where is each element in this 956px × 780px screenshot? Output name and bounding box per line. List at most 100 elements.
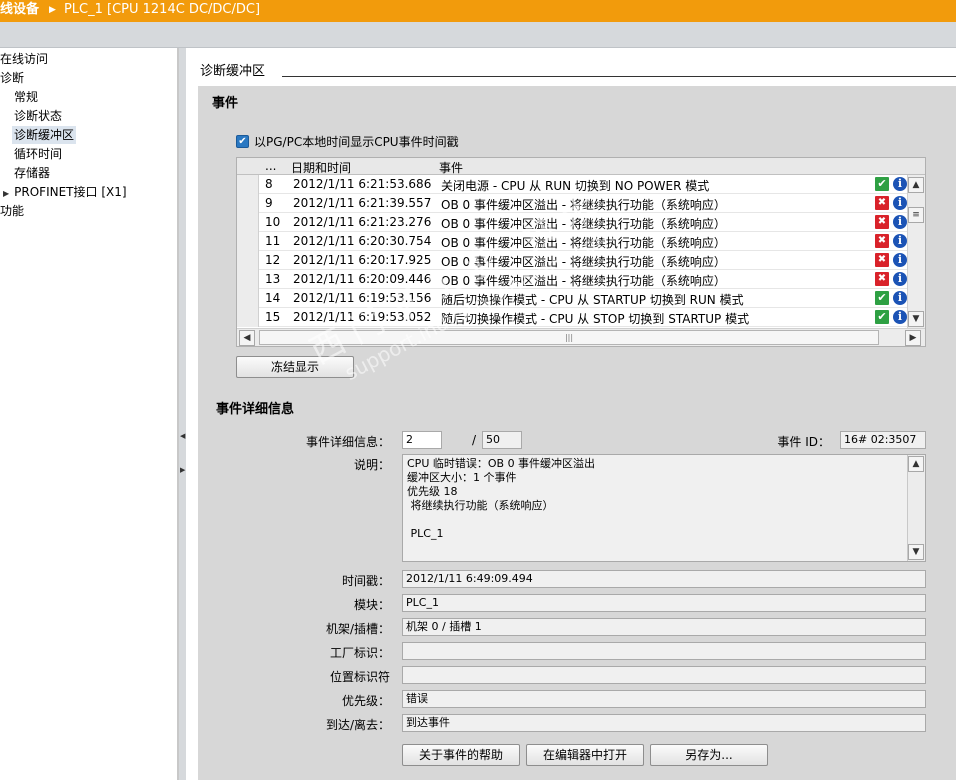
nav-item-general[interactable]: 常规 (14, 88, 177, 106)
info-icon[interactable]: i (893, 177, 907, 191)
description-line: 缓冲区大小：1 个事件 (407, 471, 517, 484)
scroll-down-icon[interactable]: ▼ (908, 544, 924, 560)
error-icon: ✖ (875, 196, 889, 210)
row-number: 13 (265, 272, 281, 286)
location-id-label: 位置标识符 (329, 670, 390, 684)
nav-item-label: 存储器 (14, 166, 51, 180)
nav-item-diagnostic-status[interactable]: 诊断状态 (14, 107, 177, 125)
description-textarea[interactable]: CPU 临时错误：OB 0 事件缓冲区溢出 缓冲区大小：1 个事件 优先级 18… (402, 454, 926, 562)
collapse-left-icon[interactable]: ◀ (180, 432, 185, 440)
info-icon[interactable]: i (893, 310, 907, 324)
scroll-up-icon[interactable]: ▲ (908, 177, 924, 193)
row-event: OB 0 事件缓冲区溢出 - 将继续执行功能（系统响应） (441, 274, 726, 288)
plant-designation-field (402, 642, 926, 660)
description-line: 将继续执行功能（系统响应） (407, 499, 554, 512)
nav-item-online-access[interactable]: 在线访问 (0, 50, 177, 68)
row-number: 14 (265, 291, 281, 305)
row-header[interactable] (237, 270, 259, 289)
row-header[interactable] (237, 194, 259, 213)
table-row[interactable]: 15 2012/1/11 6:19:53.052 随后切换操作模式 - CPU … (237, 308, 907, 327)
row-datetime: 2012/1/11 6:21:23.276 (293, 215, 432, 229)
row-event: OB 0 事件缓冲区溢出 - 将继续执行功能（系统响应） (441, 255, 726, 269)
detail-index-separator: / (471, 433, 476, 447)
expand-arrow-icon[interactable]: ▶ (3, 189, 9, 198)
save-as-button[interactable]: 另存为... (650, 744, 768, 766)
info-icon[interactable]: i (893, 215, 907, 229)
open-in-editor-button[interactable]: 在编辑器中打开 (526, 744, 644, 766)
column-header-number[interactable]: ... (265, 159, 276, 173)
table-row[interactable]: 13 2012/1/11 6:20:09.446 OB 0 事件缓冲区溢出 - … (237, 270, 907, 289)
table-row[interactable]: 12 2012/1/11 6:20:17.925 OB 0 事件缓冲区溢出 - … (237, 251, 907, 270)
scroll-left-icon[interactable]: ◀ (239, 330, 255, 346)
ok-icon: ✔ (875, 310, 889, 324)
info-icon[interactable]: i (893, 253, 907, 267)
row-event: 随后切换操作模式 - CPU 从 STARTUP 切换到 RUN 模式 (441, 293, 744, 307)
row-datetime: 2012/1/11 6:20:17.925 (293, 253, 432, 267)
nav-item-functions[interactable]: 功能 (0, 202, 177, 220)
nav-item-diagnostic-buffer[interactable]: 诊断缓冲区 (12, 126, 76, 144)
nav-item-profinet-interface[interactable]: ▶ PROFINET接口 [X1] (3, 183, 177, 201)
local-time-checkbox-label[interactable]: 以PG/PC本地时间显示CPU事件时间戳 (254, 133, 459, 150)
toolbar (0, 22, 956, 48)
nav-item-label: 诊断缓冲区 (14, 128, 75, 142)
row-datetime: 2012/1/11 6:21:53.686 (293, 177, 432, 191)
rack-slot-field: 机架 0 / 插槽 1 (402, 618, 926, 636)
timestamp-field: 2012/1/11 6:49:09.494 (402, 570, 926, 588)
column-header-event[interactable]: 事件 (439, 159, 463, 176)
table-row[interactable]: 14 2012/1/11 6:19:53.156 随后切换操作模式 - CPU … (237, 289, 907, 308)
info-icon[interactable]: i (893, 291, 907, 305)
horizontal-scroll-thumb[interactable]: ||| (259, 330, 879, 345)
row-datetime: 2012/1/11 6:20:09.446 (293, 272, 432, 286)
priority-field: 错误 (402, 690, 926, 708)
info-icon[interactable]: i (893, 196, 907, 210)
error-icon: ✖ (875, 234, 889, 248)
row-header[interactable] (237, 251, 259, 270)
table-row[interactable]: 11 2012/1/11 6:20:30.754 OB 0 事件缓冲区溢出 - … (237, 232, 907, 251)
module-label: 模块： (353, 598, 390, 612)
table-vertical-scrollbar[interactable]: ▲ ≡ ▼ (907, 175, 925, 329)
scroll-down-icon[interactable]: ▼ (908, 311, 924, 327)
nav-item-label: 诊断状态 (14, 109, 63, 123)
row-header[interactable] (237, 289, 259, 308)
table-horizontal-scrollbar[interactable]: ◀ ||| ▶ (237, 328, 925, 346)
error-icon: ✖ (875, 253, 889, 267)
help-on-event-button[interactable]: 关于事件的帮助 (402, 744, 520, 766)
coming-going-field: 到达事件 (402, 714, 926, 732)
table-row[interactable]: 9 2012/1/11 6:21:39.557 OB 0 事件缓冲区溢出 - 将… (237, 194, 907, 213)
panel-splitter[interactable]: ◀ ▶ (178, 48, 186, 780)
row-header[interactable] (237, 308, 259, 327)
row-header[interactable] (237, 175, 259, 194)
nav-item-diagnostics[interactable]: 诊断 (0, 69, 177, 87)
info-icon[interactable]: i (893, 272, 907, 286)
ok-icon: ✔ (875, 291, 889, 305)
event-id-field: 16# 02:3507 (840, 431, 926, 449)
row-number: 15 (265, 310, 281, 324)
freeze-display-button[interactable]: 冻结显示 (236, 356, 354, 378)
events-heading: 事件 (212, 96, 239, 111)
row-header[interactable] (237, 232, 259, 251)
table-row[interactable]: 8 2012/1/11 6:21:53.686 关闭电源 - CPU 从 RUN… (237, 175, 907, 194)
expand-right-icon[interactable]: ▶ (180, 466, 185, 474)
description-scrollbar[interactable]: ▲ ▼ (907, 455, 925, 561)
title-bar: 线设备 ▶ PLC_1 [CPU 1214C DC/DC/DC] (0, 0, 956, 22)
scroll-up-icon[interactable]: ▲ (908, 456, 924, 472)
info-icon[interactable]: i (893, 234, 907, 248)
nav-item-label: 在线访问 (0, 52, 49, 66)
detail-index-field[interactable]: 2 (402, 431, 442, 449)
checkmark-icon: ✔ (238, 136, 247, 147)
table-row[interactable]: 10 2012/1/11 6:21:23.276 OB 0 事件缓冲区溢出 - … (237, 213, 907, 232)
local-time-checkbox[interactable]: ✔ (236, 135, 249, 148)
scroll-thumb-icon[interactable]: ≡ (908, 207, 924, 223)
row-datetime: 2012/1/11 6:21:39.557 (293, 196, 432, 210)
column-header-datetime[interactable]: 日期和时间 (291, 159, 351, 176)
row-header[interactable] (237, 213, 259, 232)
section-divider (282, 76, 956, 77)
row-event: 随后切换操作模式 - CPU 从 STOP 切换到 STARTUP 模式 (441, 312, 750, 326)
description-line (407, 513, 921, 527)
nav-item-cycle-time[interactable]: 循环时间 (14, 145, 177, 163)
coming-going-label: 到达/离去： (325, 718, 390, 732)
ok-icon: ✔ (875, 177, 889, 191)
rack-slot-label: 机架/插槽： (325, 622, 390, 636)
nav-item-memory[interactable]: 存储器 (14, 164, 177, 182)
scroll-right-icon[interactable]: ▶ (905, 330, 921, 346)
